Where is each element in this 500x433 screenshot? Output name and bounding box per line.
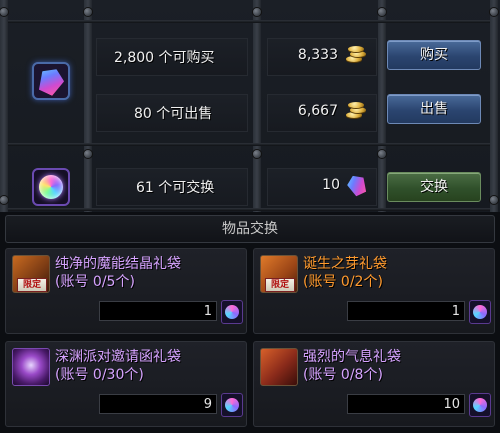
skull-bag-icon [12,348,50,386]
frame-rail [84,0,92,212]
exchange-cost: 10 [322,177,340,193]
bolt-icon [378,150,386,158]
item-card[interactable]: 强烈的气息礼袋 (账号 0/8个) 10 [253,341,495,427]
item-account-limit: (账号 0/8个) [303,367,383,383]
sell-available-label: 80 个可出售 [134,106,213,122]
crystal-gem-icon [32,62,70,100]
trade-panel: 2,800 个可购买 8,333 购买 80 个可出售 6,667 出售 61 … [0,0,500,212]
limited-badge: 限定 [265,278,295,292]
item-name: 纯净的魔能结晶礼袋 [55,256,181,272]
bolt-icon [490,196,498,204]
gift-bag-icon [260,348,298,386]
buy-price: 8,333 [297,47,338,63]
item-account-limit: (账号 0/2个) [303,274,383,290]
orb-currency-icon [221,300,243,324]
gold-coins-icon [346,46,368,64]
frame-rail [490,0,498,212]
frame-rail [0,0,8,212]
exchange-button[interactable]: 交换 [387,172,481,202]
orb-currency-icon [469,300,491,324]
gold-coins-icon [346,102,368,120]
item-card[interactable]: 限定 诞生之芽礼袋 (账号 0/2个) 1 [253,248,495,334]
bolt-icon [378,8,386,16]
item-quantity-field[interactable]: 1 [99,301,217,321]
limited-badge: 限定 [17,278,47,292]
exchange-available-label: 61 个可交换 [136,180,215,196]
frame-rail [378,0,386,212]
buy-button[interactable]: 购买 [387,40,481,70]
frame-seam [8,143,490,146]
item-name: 诞生之芽礼袋 [303,256,387,272]
item-card[interactable]: 深渊派对邀请函礼袋 (账号 0/30个) 9 [5,341,247,427]
bolt-icon [0,8,8,16]
bolt-icon [490,8,498,16]
bolt-icon [253,8,261,16]
bolt-icon [84,150,92,158]
section-title: 物品交换 [5,215,495,243]
frame-seam [8,20,490,23]
frame-rail [253,0,261,212]
gift-bag-icon: 限定 [260,255,298,293]
item-name: 深渊派对邀请函礼袋 [55,349,181,365]
orb-currency-icon [221,393,243,417]
bolt-icon [0,196,8,204]
sell-button[interactable]: 出售 [387,94,481,124]
item-account-limit: (账号 0/5个) [55,274,135,290]
gift-bag-icon: 限定 [12,255,50,293]
item-name: 强烈的气息礼袋 [303,349,401,365]
sell-price: 6,667 [297,103,338,119]
rainbow-orb-icon [32,168,70,206]
item-card[interactable]: 限定 纯净的魔能结晶礼袋 (账号 0/5个) 1 [5,248,247,334]
frame-seam [8,208,490,211]
bolt-icon [84,8,92,16]
orb-currency-icon [469,393,491,417]
bolt-icon [253,150,261,158]
item-quantity-field[interactable]: 10 [347,394,465,414]
item-account-limit: (账号 0/30个) [55,367,144,383]
item-quantity-field[interactable]: 1 [347,301,465,321]
buy-available-label: 2,800 个可购买 [114,50,215,66]
item-quantity-field[interactable]: 9 [99,394,217,414]
